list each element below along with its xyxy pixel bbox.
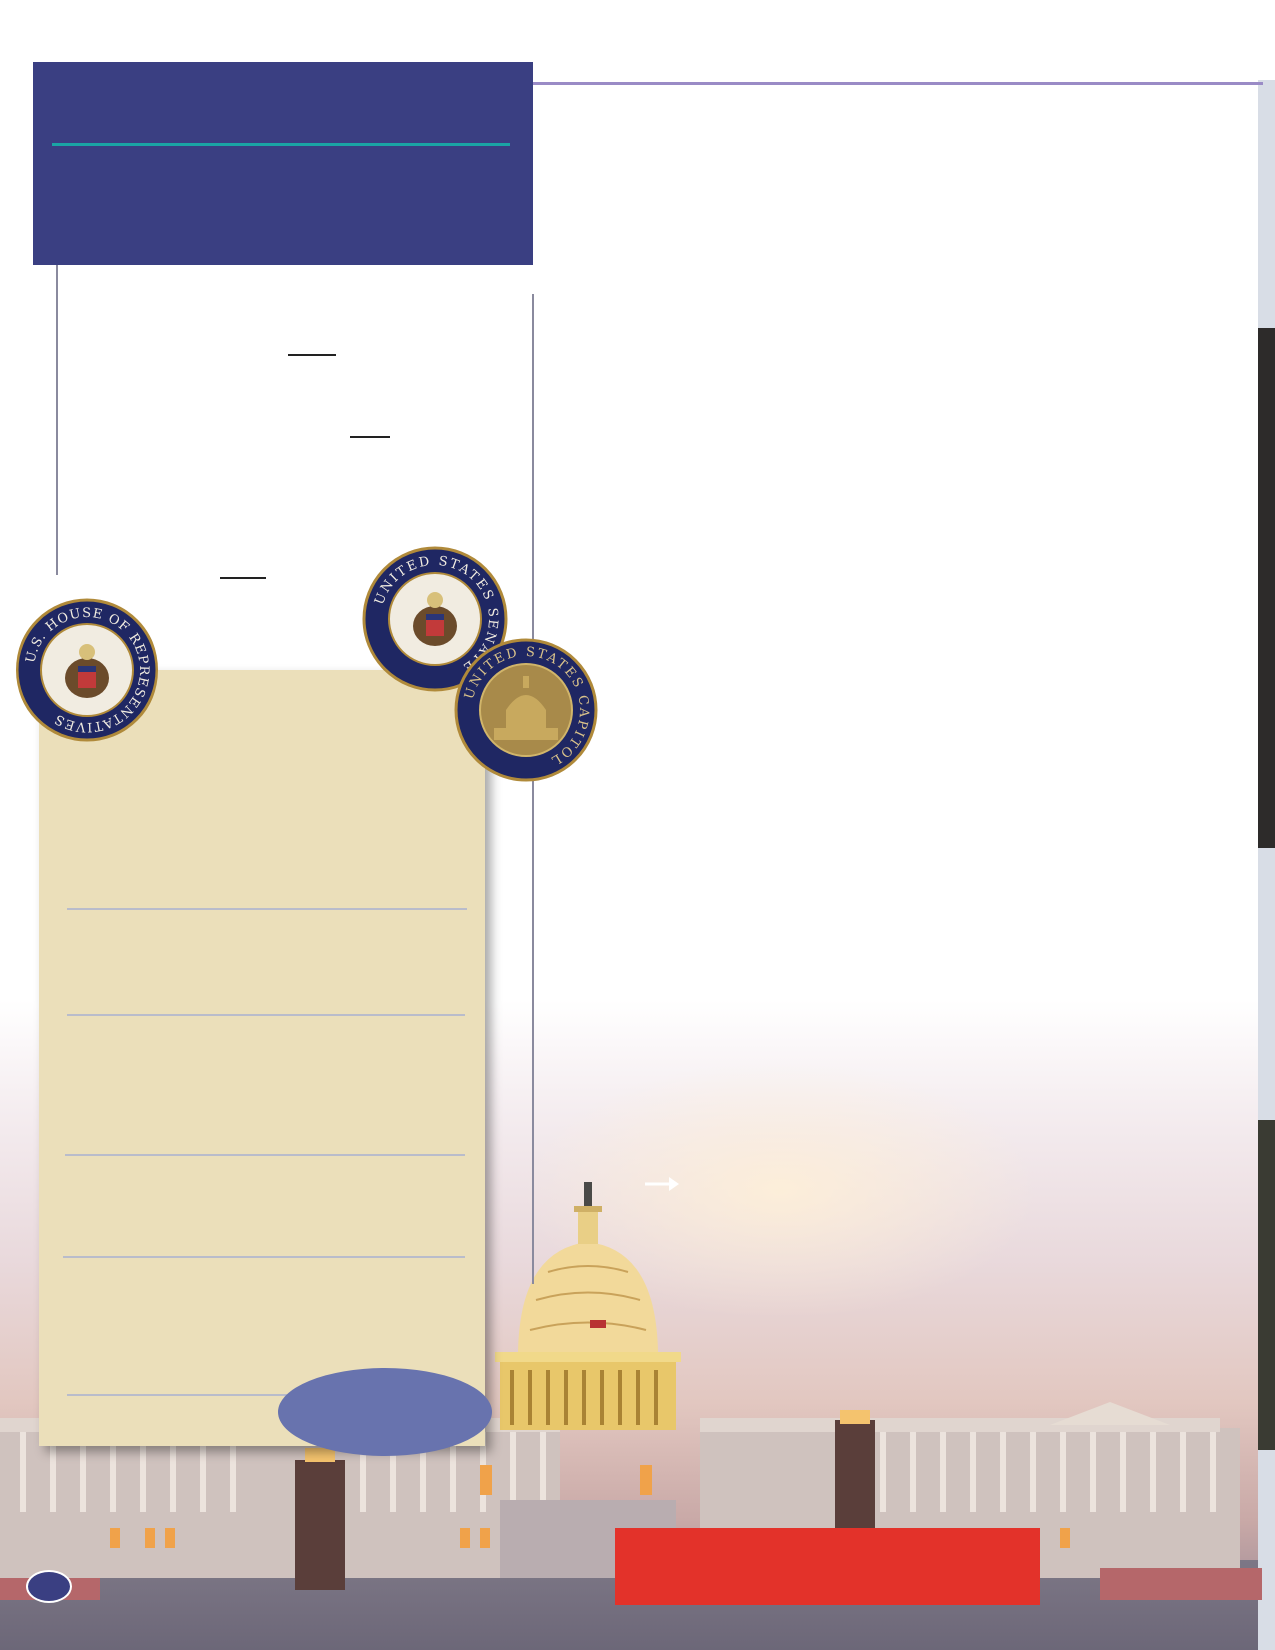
sidebar-panel: [39, 670, 485, 1446]
capitol-coin-icon: UNITED STATES CAPITOL: [454, 638, 598, 782]
chapter-header-box: [33, 62, 533, 265]
panel-rule-3: [65, 1154, 465, 1156]
page-number-badge: [26, 1570, 72, 1603]
callout-oval: [278, 1368, 492, 1456]
red-banner-box: [615, 1528, 1040, 1605]
top-rule: [533, 82, 1263, 85]
house-seal-icon: U.S. HOUSE OF REPRESENTATIVES: [16, 598, 158, 742]
panel-rule-2: [67, 1014, 465, 1016]
panel-rule-1: [67, 908, 467, 910]
right-column-rule: [532, 294, 534, 1284]
panel-rule-5: [67, 1394, 287, 1396]
panel-rule-4: [63, 1256, 465, 1258]
header-divider-rule: [52, 143, 510, 146]
right-arrow-icon: [645, 1177, 679, 1191]
fill-in-blank-2[interactable]: [350, 436, 390, 438]
right-photo-strip-dark: [1258, 328, 1275, 848]
fill-in-blank-3[interactable]: [220, 577, 266, 579]
fill-in-blank-1[interactable]: [288, 354, 336, 356]
left-column-rule: [56, 265, 58, 575]
